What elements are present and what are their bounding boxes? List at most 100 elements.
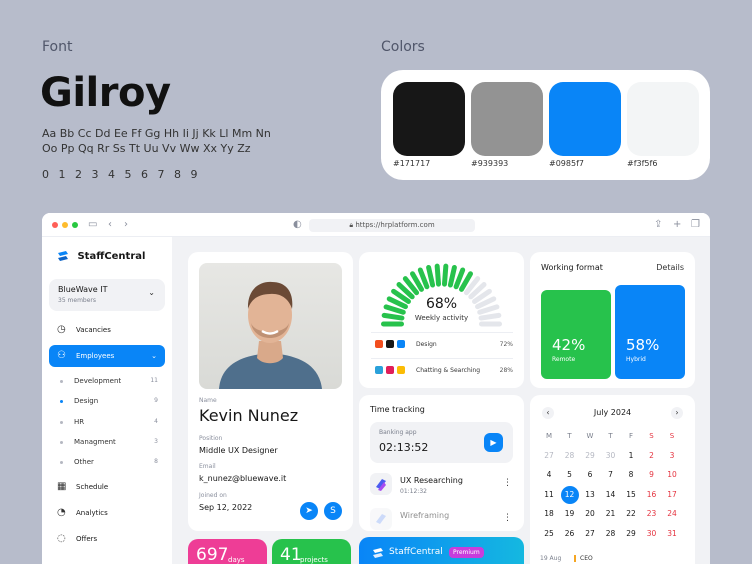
browser-window: ▭ ‹ › ◐ 🔒︎ https://hrplatform.com ⇪ + ❐ … [42,213,710,564]
calendar-day[interactable]: 4 [540,466,558,484]
nav-vacancies[interactable]: ◷ Vacancies [49,319,165,341]
calendar-day[interactable]: 10 [663,466,681,484]
calendar-day[interactable]: 9 [643,466,661,484]
task-name: UX Researching [400,476,463,485]
maximize-window-button[interactable] [72,222,78,228]
calendar-day[interactable]: 1 [622,447,640,465]
activity-row-chatting: Chatting & Searching 28% [371,358,513,380]
nav-schedule[interactable]: ▦ Schedule [49,476,165,498]
calendar-day[interactable]: 25 [540,525,558,543]
calendar-day[interactable]: 18 [540,505,558,523]
more-options-icon[interactable]: ⋮ [503,478,512,488]
calendar-day[interactable]: 20 [581,505,599,523]
joined-label: Joined on [199,492,227,499]
calendar-day[interactable]: 7 [602,466,620,484]
calendar-day[interactable]: 13 [581,486,599,504]
calendar-day[interactable]: 29 [622,525,640,543]
new-tab-icon[interactable]: + [673,218,681,232]
calendar-day[interactable]: 28 [602,525,620,543]
time-tracking-card: Time tracking Banking app 02:13:52 ▶ UX … [359,395,524,531]
minimize-window-button[interactable] [62,222,68,228]
calendar-day[interactable]: 29 [581,447,599,465]
brand-logo-icon [373,548,383,558]
calendar-day[interactable]: 6 [581,466,599,484]
forward-icon[interactable]: › [124,218,128,232]
employee-email[interactable]: k_nunez@bluewave.it [199,474,286,483]
task-icon [370,473,392,495]
sub-item-other[interactable]: Other 8 [60,455,158,469]
employee-name: Kevin Nunez [199,406,299,425]
sub-item-hr[interactable]: HR 4 [60,415,158,429]
nav-offers[interactable]: ◌ Offers [49,528,165,550]
sub-item-label: Development [74,377,122,385]
chevron-down-icon: ⌄ [148,288,155,297]
calendar-day[interactable]: 16 [643,486,661,504]
skype-icon[interactable]: S [324,502,342,520]
calendar-day[interactable]: 30 [602,447,620,465]
calendar-day[interactable]: 21 [602,505,620,523]
calendar-day[interactable]: 26 [561,525,579,543]
weekly-activity-card: 68% Weekly activity Design 72% Chatting … [359,252,524,388]
sub-item-design[interactable]: Design 9 [60,394,158,408]
sub-item-managment[interactable]: Managment 3 [60,435,158,449]
calendar-day[interactable]: 24 [663,505,681,523]
calendar-day[interactable]: 8 [622,466,640,484]
brand[interactable]: StaffCentral [56,249,145,263]
nav-employees[interactable]: ⚇ Employees ⌄ [49,345,165,367]
remote-bar: 42% Remote [541,290,611,379]
nav-employees-label: Employees [76,352,115,360]
telegram-icon[interactable]: ➤ [300,502,318,520]
calendar-day[interactable]: 19 [561,505,579,523]
address-bar[interactable]: 🔒︎ https://hrplatform.com [309,219,475,232]
framer-icon [397,340,405,348]
working-format-card: Working format Details 42% Remote 58% Hy… [530,252,695,388]
calendar-day[interactable]: 23 [643,505,661,523]
calendar-day[interactable]: 17 [663,486,681,504]
gauge-tick [441,263,449,287]
task-name: Wireframing [400,511,450,520]
play-button[interactable]: ▶ [484,433,503,452]
next-month-icon[interactable]: › [671,407,683,419]
calendar-day[interactable]: 27 [581,525,599,543]
calendar-day[interactable]: 31 [663,525,681,543]
privacy-shield-icon[interactable]: ◐ [293,218,302,232]
calendar-day[interactable]: 2 [643,447,661,465]
promo-brand-name: StaffCentral [389,547,443,557]
more-options-icon[interactable]: ⋮ [503,513,512,523]
back-icon[interactable]: ‹ [108,218,112,232]
swatch-light-label: #f3f5f6 [627,159,658,168]
swatch-dark [393,82,465,156]
font-digits-sample: 0 1 2 3 4 5 6 7 8 9 [42,168,201,181]
calendar-day[interactable]: 14 [602,486,620,504]
sidebar-toggle-icon[interactable]: ▭ [88,218,97,232]
task-icon [370,508,392,530]
days-unit: days [228,556,245,564]
calendar-day[interactable]: 15 [622,486,640,504]
premium-promo-tile[interactable]: StaffCentral Premium [359,537,524,564]
calendar-day[interactable]: 30 [643,525,661,543]
calendar-day[interactable]: 22 [622,505,640,523]
weekly-activity-label: Weekly activity [414,314,469,322]
calendar-day[interactable]: 5 [561,466,579,484]
employee-position: Middle UX Designer [199,446,278,455]
share-icon[interactable]: ⇪ [654,218,662,232]
tabs-overview-icon[interactable]: ❐ [691,218,700,232]
calendar-day[interactable]: 11 [540,486,558,504]
calendar-day[interactable]: 3 [663,447,681,465]
hybrid-label: Hybrid [626,356,646,363]
calendar-card: ‹ July 2024 › M T W T F S S 27 28 29 30 1 2 3 4 5 6 7 8 9 10… [530,395,695,564]
sub-item-development[interactable]: Development 11 [60,374,158,388]
sub-item-count: 11 [150,377,158,384]
close-window-button[interactable] [52,222,58,228]
telegram-icon [375,366,383,374]
notion-icon [386,340,394,348]
premium-badge: Premium [449,547,484,558]
schedule-date: 19 Aug [540,555,562,562]
working-format-details-link[interactable]: Details [656,263,684,272]
remote-label: Remote [552,356,576,363]
nav-analytics[interactable]: ◔ Analytics [49,502,165,524]
calendar-day[interactable]: 12 [560,485,579,504]
org-selector[interactable]: BlueWave IT 35 members ⌄ [49,279,165,311]
calendar-day[interactable]: 28 [561,447,579,465]
calendar-day[interactable]: 27 [540,447,558,465]
